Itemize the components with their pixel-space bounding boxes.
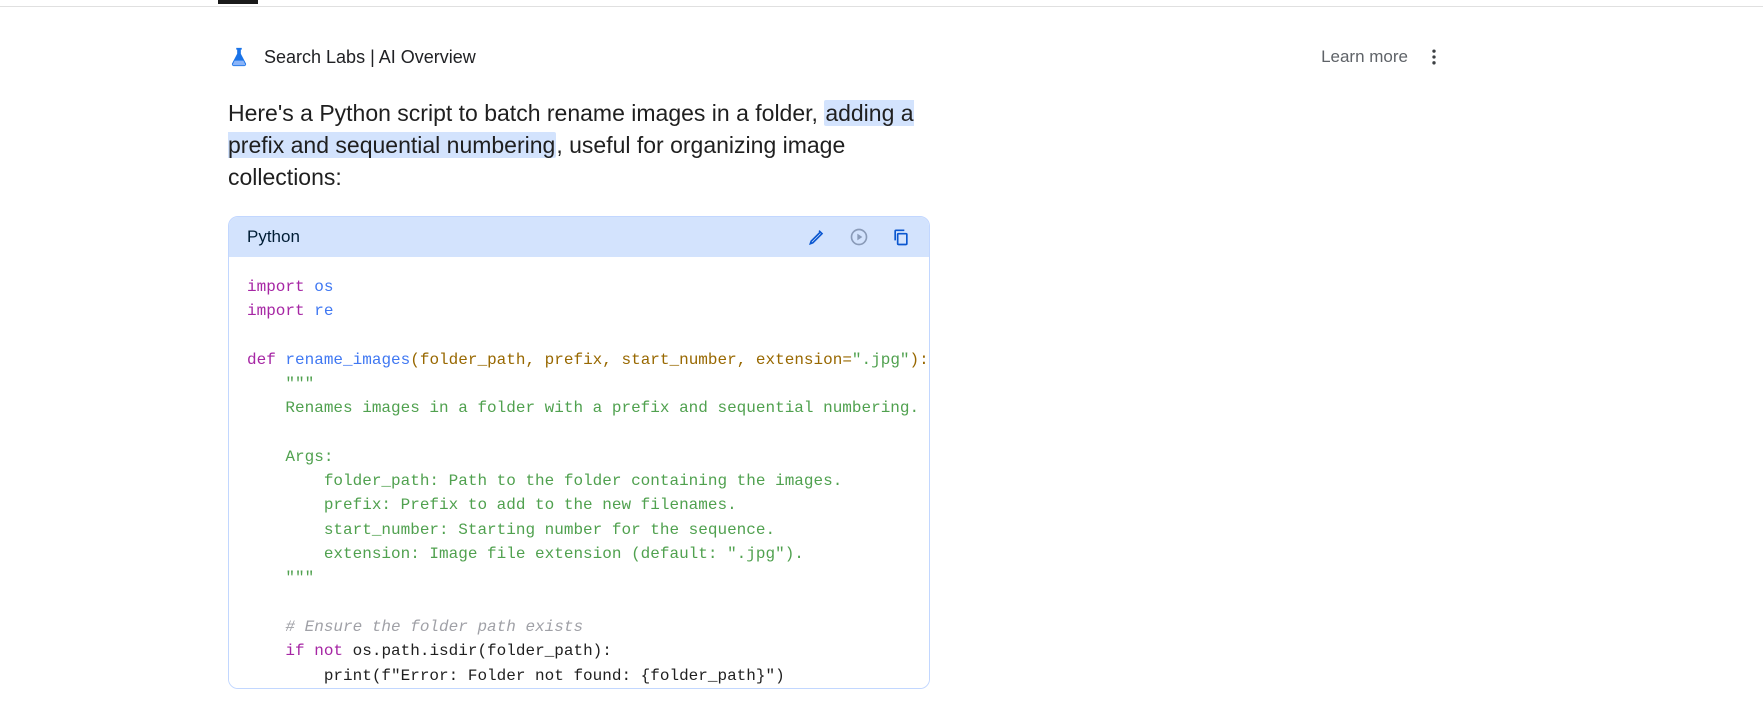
code-text: print(f"Error: Folder not found: {folder… xyxy=(247,667,785,685)
code-str: ".jpg" xyxy=(852,351,910,369)
code-kw: import xyxy=(247,302,305,320)
ai-overview-container: Search Labs | AI Overview Learn more Her… xyxy=(228,7,1444,689)
code-kw: def xyxy=(247,351,276,369)
intro-before: Here's a Python script to batch rename i… xyxy=(228,100,824,126)
code-card: Python import os import re def rename_im… xyxy=(228,216,930,689)
code-docstring: folder_path: Path to the folder containi… xyxy=(247,472,842,490)
header-right: Learn more xyxy=(1321,47,1444,67)
code-params-end: ): xyxy=(910,351,929,369)
code-kw: import xyxy=(247,278,305,296)
edit-icon[interactable] xyxy=(807,227,827,247)
code-params: (folder_path, prefix, start_number, exte… xyxy=(410,351,852,369)
code-docstring: prefix: Prefix to add to the new filenam… xyxy=(247,496,737,514)
code-kw: not xyxy=(314,642,343,660)
ai-overview-title: Search Labs | AI Overview xyxy=(264,47,476,68)
code-docstring: """ xyxy=(247,375,314,393)
code-header: Python xyxy=(229,217,929,257)
code-docstring: Args: xyxy=(247,448,333,466)
code-body: import os import re def rename_images(fo… xyxy=(229,257,929,688)
ai-overview-header: Search Labs | AI Overview Learn more xyxy=(228,45,1444,69)
code-docstring: extension: Image file extension (default… xyxy=(247,545,804,563)
code-docstring: Renames images in a folder with a prefix… xyxy=(247,399,919,417)
code-fn: rename_images xyxy=(285,351,410,369)
copy-icon[interactable] xyxy=(891,227,911,247)
code-comment: # Ensure the folder path exists xyxy=(247,618,583,636)
run-icon[interactable] xyxy=(849,227,869,247)
header-left: Search Labs | AI Overview xyxy=(228,45,476,69)
code-kw: if xyxy=(285,642,304,660)
code-mod: os xyxy=(314,278,333,296)
learn-more-link[interactable]: Learn more xyxy=(1321,47,1408,67)
code-docstring: """ xyxy=(247,569,314,587)
active-tab-indicator xyxy=(218,0,258,4)
intro-text: Here's a Python script to batch rename i… xyxy=(228,97,948,194)
more-options-icon[interactable] xyxy=(1424,47,1444,67)
code-docstring: start_number: Starting number for the se… xyxy=(247,521,775,539)
code-mod: re xyxy=(314,302,333,320)
code-text: os.path.isdir(folder_path): xyxy=(343,642,612,660)
code-actions xyxy=(807,227,911,247)
code-language-label: Python xyxy=(247,227,300,247)
flask-icon xyxy=(228,45,250,69)
